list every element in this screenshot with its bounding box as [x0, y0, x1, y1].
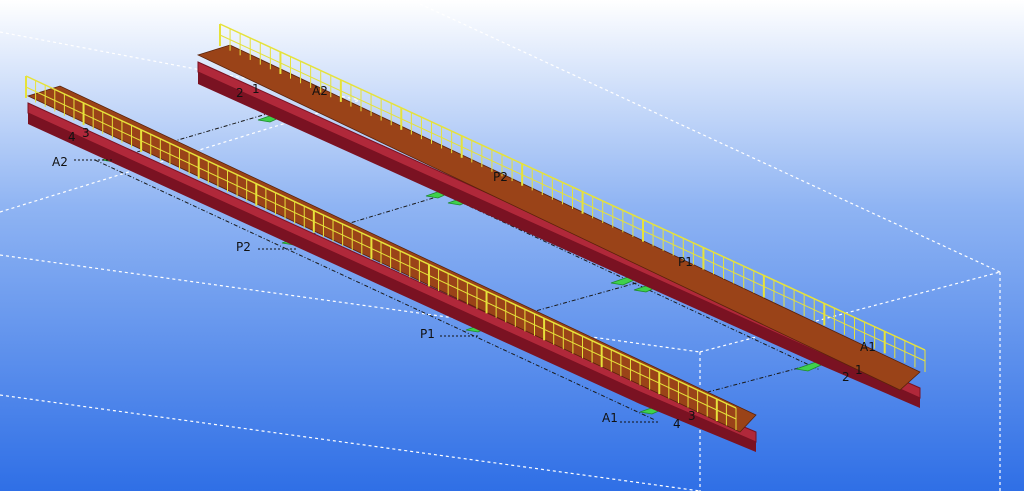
label-left-p2: P2: [236, 240, 251, 254]
label-left-g3-end: 3: [688, 409, 696, 423]
label-right-p1: P1: [678, 255, 693, 269]
label-right-g2-start: 2: [236, 86, 244, 100]
model-viewport[interactable]: A2 4 3 P2 P1 A1 4 3 2 1 A2 P2 P1 A1 2 1: [0, 0, 1024, 491]
bridge-3d-model[interactable]: A2 4 3 P2 P1 A1 4 3 2 1 A2 P2 P1 A1 2 1: [0, 0, 1024, 491]
label-left-a2: A2: [52, 155, 68, 169]
label-right-g1-start: 1: [252, 82, 260, 96]
label-right-a2: A2: [312, 84, 328, 98]
label-left-g4-end: 4: [673, 417, 681, 431]
label-right-a1: A1: [860, 340, 876, 354]
label-left-p1: P1: [420, 327, 435, 341]
label-right-g1-end: 1: [855, 363, 863, 377]
label-left-g4-start: 4: [68, 130, 76, 144]
label-left-g3-start: 3: [82, 126, 90, 140]
label-right-g2-end: 2: [842, 370, 850, 384]
background: [0, 0, 1024, 491]
label-left-a1: A1: [602, 411, 618, 425]
label-right-p2: P2: [493, 170, 508, 184]
